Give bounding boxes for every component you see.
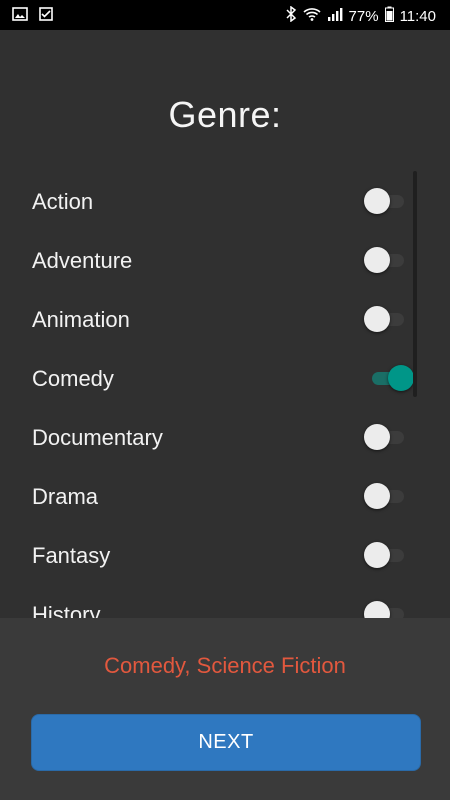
battery-percent: 77% [348, 7, 379, 25]
status-right: 77% 11:40 [285, 5, 436, 27]
footer-panel: Comedy, Science Fiction NEXT [0, 618, 450, 800]
toggle-thumb [364, 306, 390, 332]
toggle-thumb [364, 483, 390, 509]
toggle-thumb [364, 601, 390, 618]
genre-toggle-action[interactable] [364, 188, 408, 214]
status-left [12, 6, 54, 26]
toggle-thumb [364, 424, 390, 450]
genre-label: Action [32, 189, 94, 214]
genre-toggle-animation[interactable] [364, 306, 408, 332]
genre-label: Fantasy [32, 543, 111, 568]
genre-screen: Genre: Action Adventure Animation Comedy… [0, 30, 450, 618]
genre-label: Comedy [32, 366, 114, 391]
genre-label: Animation [32, 307, 130, 332]
genre-row-animation[interactable]: Animation [0, 291, 450, 350]
genre-toggle-documentary[interactable] [364, 424, 408, 450]
next-button[interactable]: NEXT [31, 714, 421, 771]
battery-icon [384, 6, 394, 27]
genre-row-documentary[interactable]: Documentary [0, 409, 450, 468]
genre-row-drama[interactable]: Drama [0, 468, 450, 527]
genre-label: Documentary [32, 425, 163, 450]
checklist-icon [38, 6, 54, 26]
genre-row-adventure[interactable]: Adventure [0, 232, 450, 291]
genre-label: Adventure [32, 248, 133, 273]
toggle-thumb [388, 365, 414, 391]
genre-toggle-history[interactable] [364, 601, 408, 618]
genre-label: Drama [32, 484, 99, 509]
genre-label: History [32, 602, 101, 618]
genre-toggle-comedy[interactable] [364, 365, 414, 391]
genre-row-comedy[interactable]: Comedy [0, 350, 450, 409]
image-icon [12, 6, 28, 26]
genre-row-fantasy[interactable]: Fantasy [0, 527, 450, 586]
genre-row-action[interactable]: Action [0, 173, 450, 232]
clock: 11:40 [399, 7, 436, 25]
toggle-thumb [364, 542, 390, 568]
selected-genres-text: Comedy, Science Fiction [104, 653, 346, 678]
genre-toggle-drama[interactable] [364, 483, 408, 509]
page-title: Genre: [168, 94, 282, 135]
genre-toggle-adventure[interactable] [364, 247, 408, 273]
genre-row-history[interactable]: History [0, 586, 450, 618]
bluetooth-icon [285, 5, 297, 27]
list-scrollbar[interactable] [413, 171, 417, 397]
wifi-icon [302, 6, 321, 27]
status-bar: 77% 11:40 [0, 0, 450, 30]
genre-list: Action Adventure Animation Comedy Docume… [0, 173, 450, 618]
toggle-thumb [364, 188, 390, 214]
signal-icon [327, 6, 343, 27]
genre-toggle-fantasy[interactable] [364, 542, 408, 568]
toggle-thumb [364, 247, 390, 273]
